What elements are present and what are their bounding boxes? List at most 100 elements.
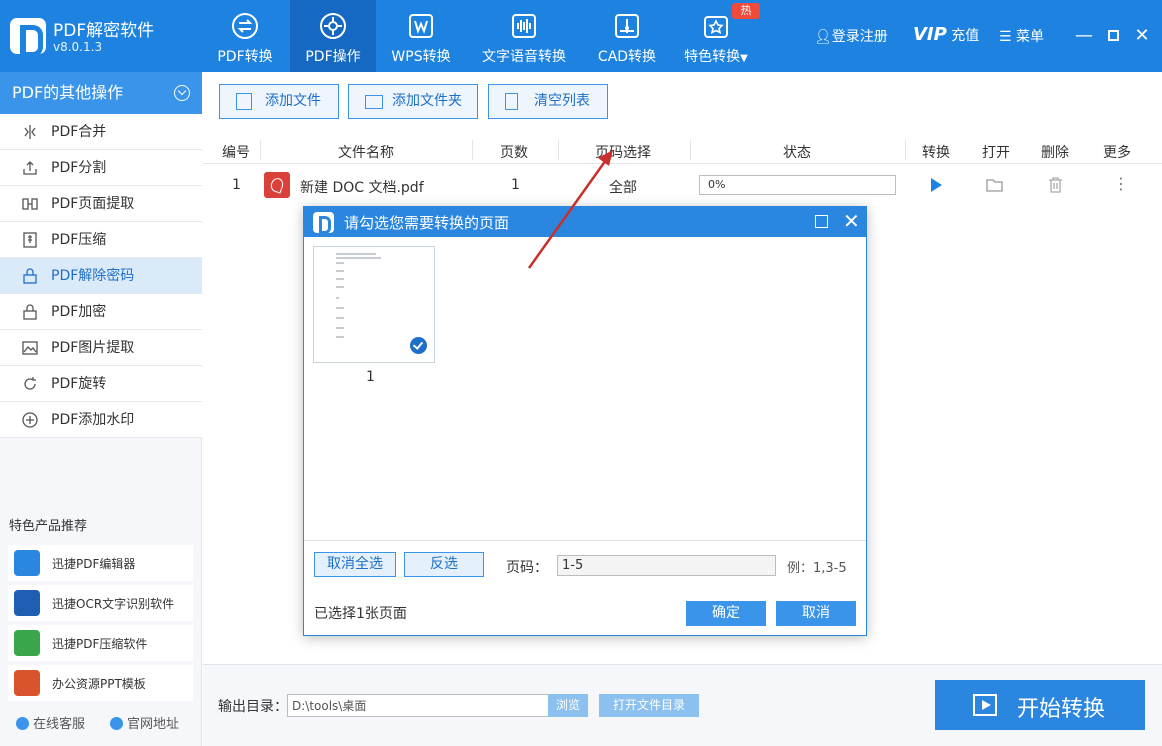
maximize-button[interactable]	[1104, 26, 1122, 46]
star-icon	[701, 11, 731, 41]
voice-icon	[509, 11, 539, 41]
vip-recharge-button[interactable]: VIP 充值	[913, 24, 979, 45]
recommend-pdf-editor[interactable]: 迅捷PDF编辑器	[8, 545, 193, 581]
recommend-ocr[interactable]: 迅捷OCR文字识别软件	[8, 585, 193, 621]
zip-icon	[14, 630, 40, 656]
tab-label-text: 特色转换	[684, 49, 740, 65]
add-folder-button[interactable]: 添加文件夹	[348, 84, 478, 119]
ppt-icon	[14, 670, 40, 696]
play-icon[interactable]	[928, 177, 944, 193]
lock-icon	[22, 304, 38, 320]
watermark-icon	[22, 412, 38, 428]
pdf-editor-icon	[14, 550, 40, 576]
tab-label: PDF操作	[290, 46, 376, 66]
sidebar-header[interactable]: PDF的其他操作	[0, 72, 202, 114]
add-folder-label: 添加文件夹	[392, 85, 462, 118]
dialog-title: 请勾选您需要转换的页面	[344, 212, 509, 233]
tab-wps-convert[interactable]: WPS转换	[382, 0, 460, 72]
online-service-link[interactable]: 在线客服	[16, 713, 85, 732]
recommend-pdf-compress[interactable]: 迅捷PDF压缩软件	[8, 625, 193, 661]
headset-icon	[16, 717, 29, 730]
recommend-label: 办公资源PPT模板	[52, 675, 146, 692]
add-file-icon	[236, 93, 252, 110]
close-button[interactable]: ✕	[1133, 26, 1151, 46]
tab-pdf-operation[interactable]: PDF操作	[290, 0, 376, 72]
dialog-maximize-button[interactable]	[815, 215, 828, 228]
cancel-button[interactable]: 取消	[776, 601, 856, 626]
recharge-label: 充值	[951, 28, 979, 44]
sidebar-item-rotate[interactable]: PDF旋转	[0, 366, 202, 402]
merge-icon	[22, 124, 38, 140]
th-filename: 文件名称	[338, 142, 394, 162]
clear-list-button[interactable]: 清空列表	[488, 84, 608, 119]
tab-cad-convert[interactable]: CAD转换	[590, 0, 664, 72]
thumb-text-line	[336, 317, 344, 319]
row-page-select[interactable]: 全部	[609, 177, 637, 197]
invert-selection-button[interactable]: 反选	[404, 552, 484, 577]
start-convert-button[interactable]: 开始转换	[935, 680, 1145, 730]
sidebar-item-compress[interactable]: PDF压缩	[0, 222, 202, 258]
unlock-icon	[22, 268, 38, 284]
folder-open-icon[interactable]	[986, 178, 1004, 192]
thumb-text-line	[336, 297, 339, 299]
ok-button[interactable]: 确定	[686, 601, 766, 626]
vip-logo: VIP	[913, 24, 947, 45]
sidebar-item-split[interactable]: PDF分割	[0, 150, 202, 186]
sidebar-item-label: PDF压缩	[51, 232, 106, 248]
sidebar-item-merge[interactable]: PDF合并	[0, 114, 202, 150]
th-pages: 页数	[500, 142, 528, 162]
tab-text-voice[interactable]: 文字语音转换	[476, 0, 572, 72]
official-site-link[interactable]: 官网地址	[110, 713, 179, 732]
login-button[interactable]: 👤︎登录注册	[814, 26, 888, 46]
menu-label: 菜单	[1016, 29, 1044, 45]
sidebar-item-extract-page[interactable]: PDF页面提取	[0, 186, 202, 222]
open-dir-button[interactable]: 打开文件目录	[599, 694, 699, 717]
menu-button[interactable]: ☰ 菜单	[999, 26, 1044, 46]
add-folder-icon	[365, 95, 383, 109]
ocr-icon	[14, 590, 40, 616]
deselect-all-button[interactable]: 取消全选	[314, 552, 396, 577]
sidebar: PDF的其他操作 PDF合并 PDF分割 PDF页面提取 PDF压缩 PDF解除…	[0, 72, 202, 746]
th-index: 编号	[222, 142, 250, 162]
tab-pdf-convert[interactable]: PDF转换	[206, 0, 284, 72]
sidebar-item-watermark[interactable]: PDF添加水印	[0, 402, 202, 438]
column-separator	[260, 140, 261, 160]
clear-list-label: 清空列表	[534, 85, 590, 118]
checked-icon[interactable]	[410, 337, 427, 354]
th-page-select: 页码选择	[595, 142, 651, 162]
row-progress-bar: 0%	[699, 175, 896, 195]
convert-icon	[230, 11, 260, 41]
collapse-icon[interactable]	[174, 85, 190, 101]
page-thumbnail[interactable]	[313, 246, 435, 363]
column-separator	[472, 140, 473, 160]
minimize-button[interactable]: —	[1075, 26, 1093, 46]
browse-button[interactable]: 浏览	[548, 694, 588, 717]
dialog-close-button[interactable]: ✕	[843, 210, 859, 232]
tab-label: PDF转换	[206, 46, 284, 66]
sidebar-item-image-extract[interactable]: PDF图片提取	[0, 330, 202, 366]
thumb-text-line	[336, 327, 344, 329]
sidebar-item-unlock[interactable]: PDF解除密码	[0, 258, 202, 294]
output-dir-input[interactable]	[287, 694, 549, 717]
app-logo-icon	[10, 18, 46, 54]
th-more: 更多	[1103, 142, 1131, 162]
page-select-dialog: 请勾选您需要转换的页面 ✕ 1 取消全选 反选 页码： 例：1,3-5 已选择1…	[303, 206, 867, 636]
trash-icon[interactable]	[1048, 177, 1063, 193]
app-logo-icon	[313, 212, 334, 233]
progress-text: 0%	[708, 178, 725, 191]
sidebar-item-encrypt[interactable]: PDF加密	[0, 294, 202, 330]
pages-hint: 例：1,3-5	[787, 557, 847, 576]
browser-icon	[110, 717, 123, 730]
tab-label: 特色转换▼	[676, 46, 756, 66]
recommend-ppt-template[interactable]: 办公资源PPT模板	[8, 665, 193, 701]
add-file-button[interactable]: 添加文件	[219, 84, 339, 119]
sidebar-item-label: PDF加密	[51, 304, 106, 320]
pages-input[interactable]	[557, 555, 776, 576]
recommend-title: 特色产品推荐	[9, 515, 87, 534]
top-bar: PDF解密软件 v8.0.1.3 PDF转换 PDF操作 WPS转换 文字语音转…	[0, 0, 1162, 72]
sidebar-header-label: PDF的其他操作	[12, 83, 123, 102]
more-icon[interactable]: ⋮	[1113, 176, 1129, 192]
sidebar-item-label: PDF解除密码	[51, 268, 134, 284]
trash-icon	[505, 93, 518, 110]
output-dir-label: 输出目录：	[218, 696, 288, 716]
